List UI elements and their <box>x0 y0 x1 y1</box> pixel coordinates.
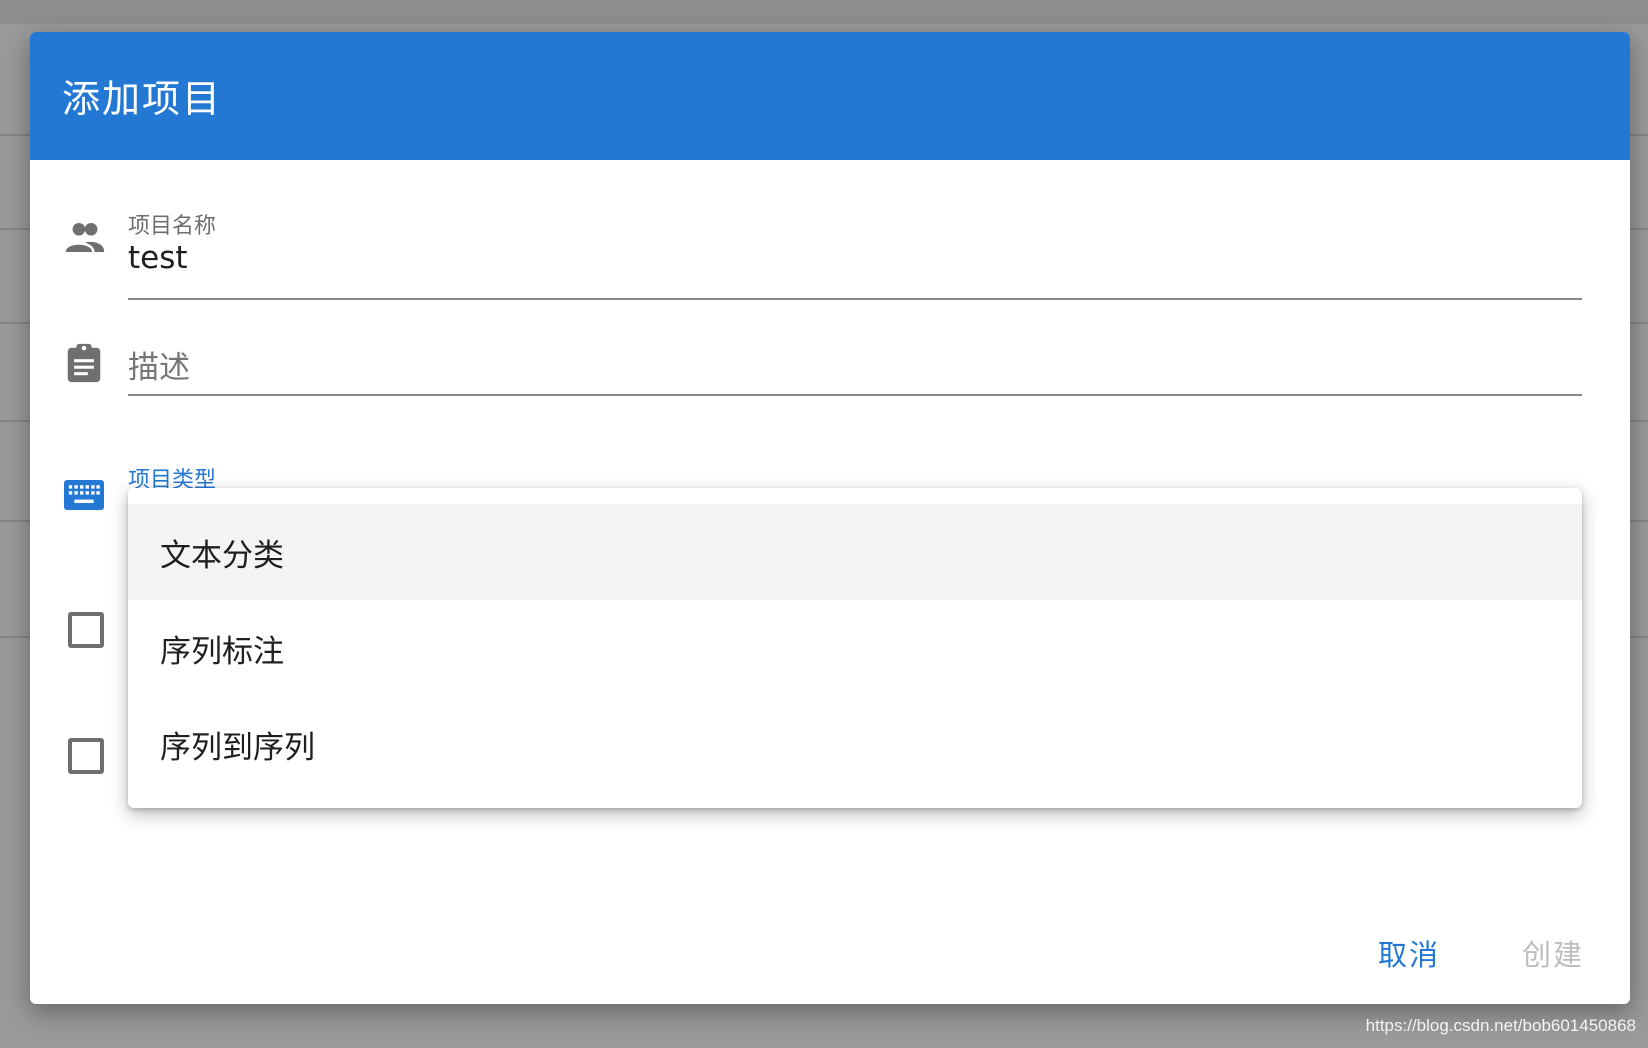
add-project-dialog: 添加项目 项目名称 描述 <box>30 32 1630 1004</box>
keyboard-icon <box>64 480 104 510</box>
menu-item-seq2seq[interactable]: 序列到序列 <box>128 696 1582 792</box>
people-icon <box>64 220 106 256</box>
project-name-label: 项目名称 <box>128 214 217 239</box>
description-underline <box>128 394 1582 396</box>
project-name-field[interactable]: 项目名称 <box>128 176 1582 300</box>
cancel-button[interactable]: 取消 <box>1378 932 1440 974</box>
project-name-input[interactable] <box>128 240 1582 276</box>
description-field[interactable]: 描述 <box>128 322 1582 402</box>
checkbox[interactable] <box>68 612 104 648</box>
menu-item-sequence-labeling[interactable]: 序列标注 <box>128 600 1582 696</box>
project-name-underline <box>128 298 1582 300</box>
menu-item-text-classification[interactable]: 文本分类 <box>128 504 1582 600</box>
project-type-menu: 文本分类 序列标注 序列到序列 <box>128 488 1582 808</box>
clipboard-icon <box>64 342 104 384</box>
description-placeholder[interactable]: 描述 <box>128 342 190 387</box>
background-page-header <box>0 0 1648 24</box>
dialog-header: 添加项目 <box>30 32 1630 160</box>
watermark: https://blog.csdn.net/bob601450868 <box>1365 1016 1636 1035</box>
dialog-title: 添加项目 <box>62 77 223 121</box>
checkbox[interactable] <box>68 738 104 774</box>
create-button[interactable]: 创建 <box>1522 932 1584 974</box>
